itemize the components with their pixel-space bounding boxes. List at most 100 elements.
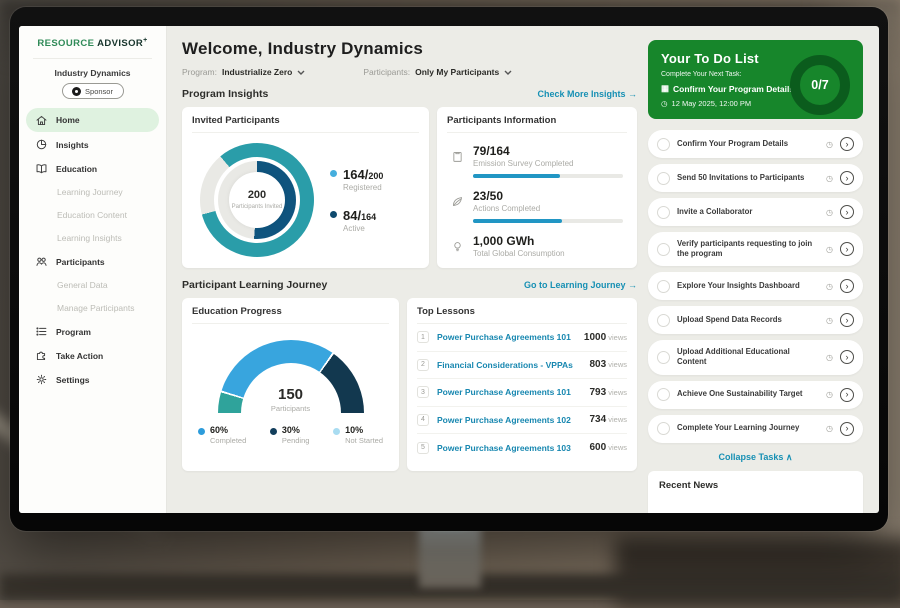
sidebar-item-label: Education Content (57, 210, 127, 220)
task-row-upload-spend-data[interactable]: Upload Spend Data Records ◷ › (648, 306, 863, 334)
chevron-right-icon[interactable]: › (840, 205, 854, 219)
checkbox-icon[interactable] (657, 422, 670, 435)
gauge-value: 150 (218, 386, 364, 403)
go-to-learning-journey-link[interactable]: Go to Learning Journey → (524, 280, 637, 290)
recent-news-title: Recent News (659, 480, 852, 491)
checkbox-icon[interactable] (657, 388, 670, 401)
sidebar-item-label: Take Action (56, 351, 103, 361)
program-dropdown[interactable]: Program: Industrialize Zero (182, 67, 305, 77)
sidebar-item-education[interactable]: Education (19, 157, 166, 180)
lesson-link[interactable]: Power Purchase Agreements 101 (437, 332, 576, 342)
sidebar-item-learning-insights[interactable]: Learning Insights (19, 227, 166, 249)
checkbox-icon[interactable] (657, 351, 670, 364)
clock-icon: ◷ (826, 424, 833, 433)
org-name: Industry Dynamics (19, 68, 166, 78)
lesson-link[interactable]: Power Purchase Agreements 102 (437, 415, 581, 425)
lesson-link[interactable]: Power Purchase Agreements 103 (437, 443, 581, 453)
card-title: Education Progress (192, 306, 389, 324)
stat-value: 79/164 (473, 144, 623, 158)
task-row-achieve-target[interactable]: Achieve One Sustainability Target ◷ › (648, 381, 863, 409)
lesson-link[interactable]: Financial Considerations - VPPAs (437, 360, 581, 370)
checkbox-icon[interactable] (657, 172, 670, 185)
page-title: Welcome, Industry Dynamics (182, 39, 637, 59)
dashboard-screen: RESOURCE ADVISOR+ Industry Dynamics Spon… (19, 26, 879, 513)
clock-icon: ◷ (826, 140, 833, 149)
gauge-legend: 60%Completed 30%Pending 10%Not Started (192, 413, 389, 445)
donut-center-label: Participants Invited (232, 203, 283, 212)
gauge-label: Participants (218, 404, 364, 413)
sidebar-item-label: Settings (56, 375, 90, 385)
progress-bar-track (473, 174, 623, 178)
lesson-row: 1 Power Purchase Agreements 101 1000 vie… (417, 324, 627, 352)
settings-icon (35, 373, 48, 386)
task-row-verify-participants[interactable]: Verify participants requesting to join t… (648, 232, 863, 266)
lesson-rank: 5 (417, 442, 429, 454)
logo-resource: RESOURCE (37, 38, 94, 49)
chevron-right-icon[interactable]: › (840, 422, 854, 436)
card-title: Top Lessons (417, 306, 627, 324)
chevron-right-icon[interactable]: › (840, 279, 854, 293)
emission-survey-stat: 79/164 Emission Survey Completed (447, 144, 627, 178)
stat-label: Emission Survey Completed (473, 159, 623, 168)
sidebar-item-take-action[interactable]: Take Action (19, 344, 166, 367)
bulb-icon (451, 240, 464, 253)
sidebar-nav: Home Insights Education Learning Journey… (19, 108, 166, 399)
main-content: Welcome, Industry Dynamics Program: Indu… (167, 26, 648, 513)
invited-participants-donut: 200 Participants Invited (200, 143, 314, 257)
sidebar-item-home[interactable]: Home (26, 108, 159, 132)
sidebar-item-general-data[interactable]: General Data (19, 274, 166, 296)
chevron-right-icon[interactable]: › (840, 242, 854, 256)
progress-bar-fill (473, 219, 562, 223)
progress-bar-fill (473, 174, 560, 178)
task-row-invite-collaborator[interactable]: Invite a Collaborator ◷ › (648, 198, 863, 226)
sidebar-item-label: Education (56, 164, 97, 174)
todo-progress: 0/7 (811, 78, 828, 92)
logo-advisor: ADVISOR (97, 38, 143, 49)
legend-value: 84/ (343, 208, 361, 223)
legend-completed: 60%Completed (198, 425, 246, 445)
monitor-bezel: RESOURCE ADVISOR+ Industry Dynamics Spon… (10, 7, 888, 531)
education-progress-card: Education Progress 150 Participants (182, 298, 399, 471)
task-row-confirm-program[interactable]: Confirm Your Program Details ◷ › (648, 130, 863, 158)
sidebar-item-learning-journey[interactable]: Learning Journey (19, 181, 166, 203)
leaf-icon (451, 195, 464, 208)
sidebar-item-insights[interactable]: Insights (19, 133, 166, 156)
sidebar-item-manage-participants[interactable]: Manage Participants (19, 297, 166, 319)
chevron-right-icon[interactable]: › (840, 350, 854, 364)
sidebar-item-label: Participants (56, 257, 105, 267)
participants-icon (35, 255, 48, 268)
chevron-right-icon[interactable]: › (840, 171, 854, 185)
sidebar-item-label: Insights (56, 140, 89, 150)
task-row-complete-learning-journey[interactable]: Complete Your Learning Journey ◷ › (648, 415, 863, 443)
lesson-row: 5 Power Purchase Agreements 103 600 view… (417, 434, 627, 462)
chevron-right-icon[interactable]: › (840, 313, 854, 327)
task-row-explore-insights[interactable]: Explore Your Insights Dashboard ◷ › (648, 272, 863, 300)
checkbox-icon[interactable] (657, 243, 670, 256)
task-row-send-invitations[interactable]: Send 50 Invitations to Participants ◷ › (648, 164, 863, 192)
lesson-rank: 2 (417, 359, 429, 371)
checkbox-icon[interactable] (657, 280, 670, 293)
participants-filter-value: Only My Participants (415, 67, 499, 77)
chevron-right-icon[interactable]: › (840, 388, 854, 402)
check-more-insights-link[interactable]: Check More Insights → (537, 89, 637, 99)
legend-value: 164/ (343, 167, 368, 182)
sidebar-item-program[interactable]: Program (19, 320, 166, 343)
participants-dropdown[interactable]: Participants: Only My Participants (363, 67, 512, 77)
lesson-link[interactable]: Power Purchase Agreements 101 (437, 387, 581, 397)
legend-not-started: 10%Not Started (333, 425, 383, 445)
checkbox-icon[interactable] (657, 138, 670, 151)
chevron-right-icon[interactable]: › (840, 137, 854, 151)
sidebar-item-education-content[interactable]: Education Content (19, 204, 166, 226)
sidebar-item-label: Learning Journey (57, 187, 123, 197)
task-row-upload-educational-content[interactable]: Upload Additional Educational Content ◷ … (648, 340, 863, 374)
sponsor-label: Sponsor (85, 87, 113, 96)
collapse-tasks-link[interactable]: Collapse Tasks ∧ (648, 452, 863, 463)
clock-icon: ◷ (826, 245, 833, 254)
sidebar-item-settings[interactable]: Settings (19, 368, 166, 391)
legend-dot (270, 428, 277, 435)
clock-icon: ◷ (661, 99, 668, 108)
sidebar-item-participants[interactable]: Participants (19, 250, 166, 273)
checkbox-icon[interactable] (657, 206, 670, 219)
checkbox-icon[interactable] (657, 314, 670, 327)
card-title: Invited Participants (192, 115, 419, 133)
